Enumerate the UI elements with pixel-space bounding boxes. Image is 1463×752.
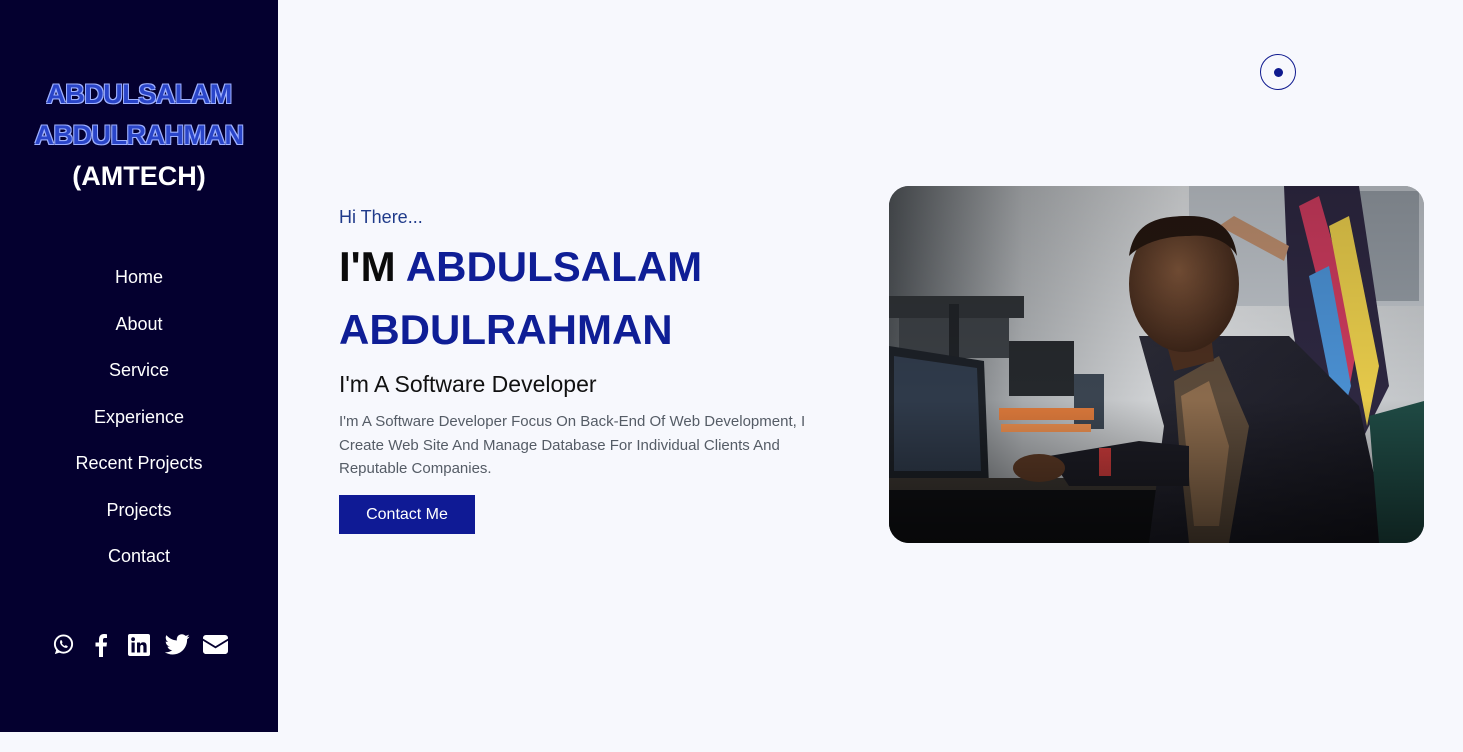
sidebar-nav: Home About Service Experience Recent Pro… [0,262,278,588]
brand-logo[interactable]: ABDULSALAM ABDULRAHMAN (AMTECH) [0,74,278,197]
nav-item-experience: Experience [0,402,278,449]
brand-last-name: ABDULRAHMAN [34,120,244,150]
nav-link-service[interactable]: Service [109,360,169,380]
social-links [0,632,278,657]
hero-section: Hi There... I'M ABDULSALAM ABDULRAHMAN I… [339,205,839,534]
sidebar: ABDULSALAM ABDULRAHMAN (AMTECH) Home Abo… [0,0,278,732]
brand-first-name: ABDULSALAM [46,79,232,109]
nav-item-contact: Contact [0,541,278,588]
hero-greeting: Hi There... [339,207,423,227]
envelope-icon[interactable] [202,632,228,657]
headline-name-first: ABDULSALAM [405,243,703,290]
nav-link-home[interactable]: Home [115,267,163,287]
nav-item-recent-projects: Recent Projects [0,448,278,495]
nav-link-recent-projects[interactable]: Recent Projects [75,453,202,473]
hero-role: I'm A Software Developer [339,371,597,397]
nav-link-experience[interactable]: Experience [94,407,184,427]
nav-item-about: About [0,309,278,356]
nav-link-about[interactable]: About [115,314,162,334]
nav-link-contact[interactable]: Contact [108,546,170,566]
nav-item-home: Home [0,262,278,309]
brand-tag: (AMTECH) [72,161,206,191]
contact-me-button[interactable]: Contact Me [339,494,475,534]
nav-item-projects: Projects [0,495,278,542]
nav-link-projects[interactable]: Projects [106,500,171,520]
hero-headline: I'M ABDULSALAM ABDULRAHMAN [339,235,839,361]
twitter-icon[interactable] [164,632,190,657]
theme-toggle-dot [1274,68,1283,77]
facebook-icon[interactable] [89,632,114,657]
whatsapp-icon[interactable] [51,632,76,657]
headline-name-last: ABDULRAHMAN [339,306,673,353]
hero-description: I'm A Software Developer Focus On Back-E… [339,413,806,477]
nav-item-service: Service [0,355,278,402]
profile-photo [889,186,1424,543]
linkedin-icon[interactable] [127,632,152,657]
headline-prefix: I'M [339,243,396,290]
theme-toggle-icon[interactable] [1260,54,1296,90]
